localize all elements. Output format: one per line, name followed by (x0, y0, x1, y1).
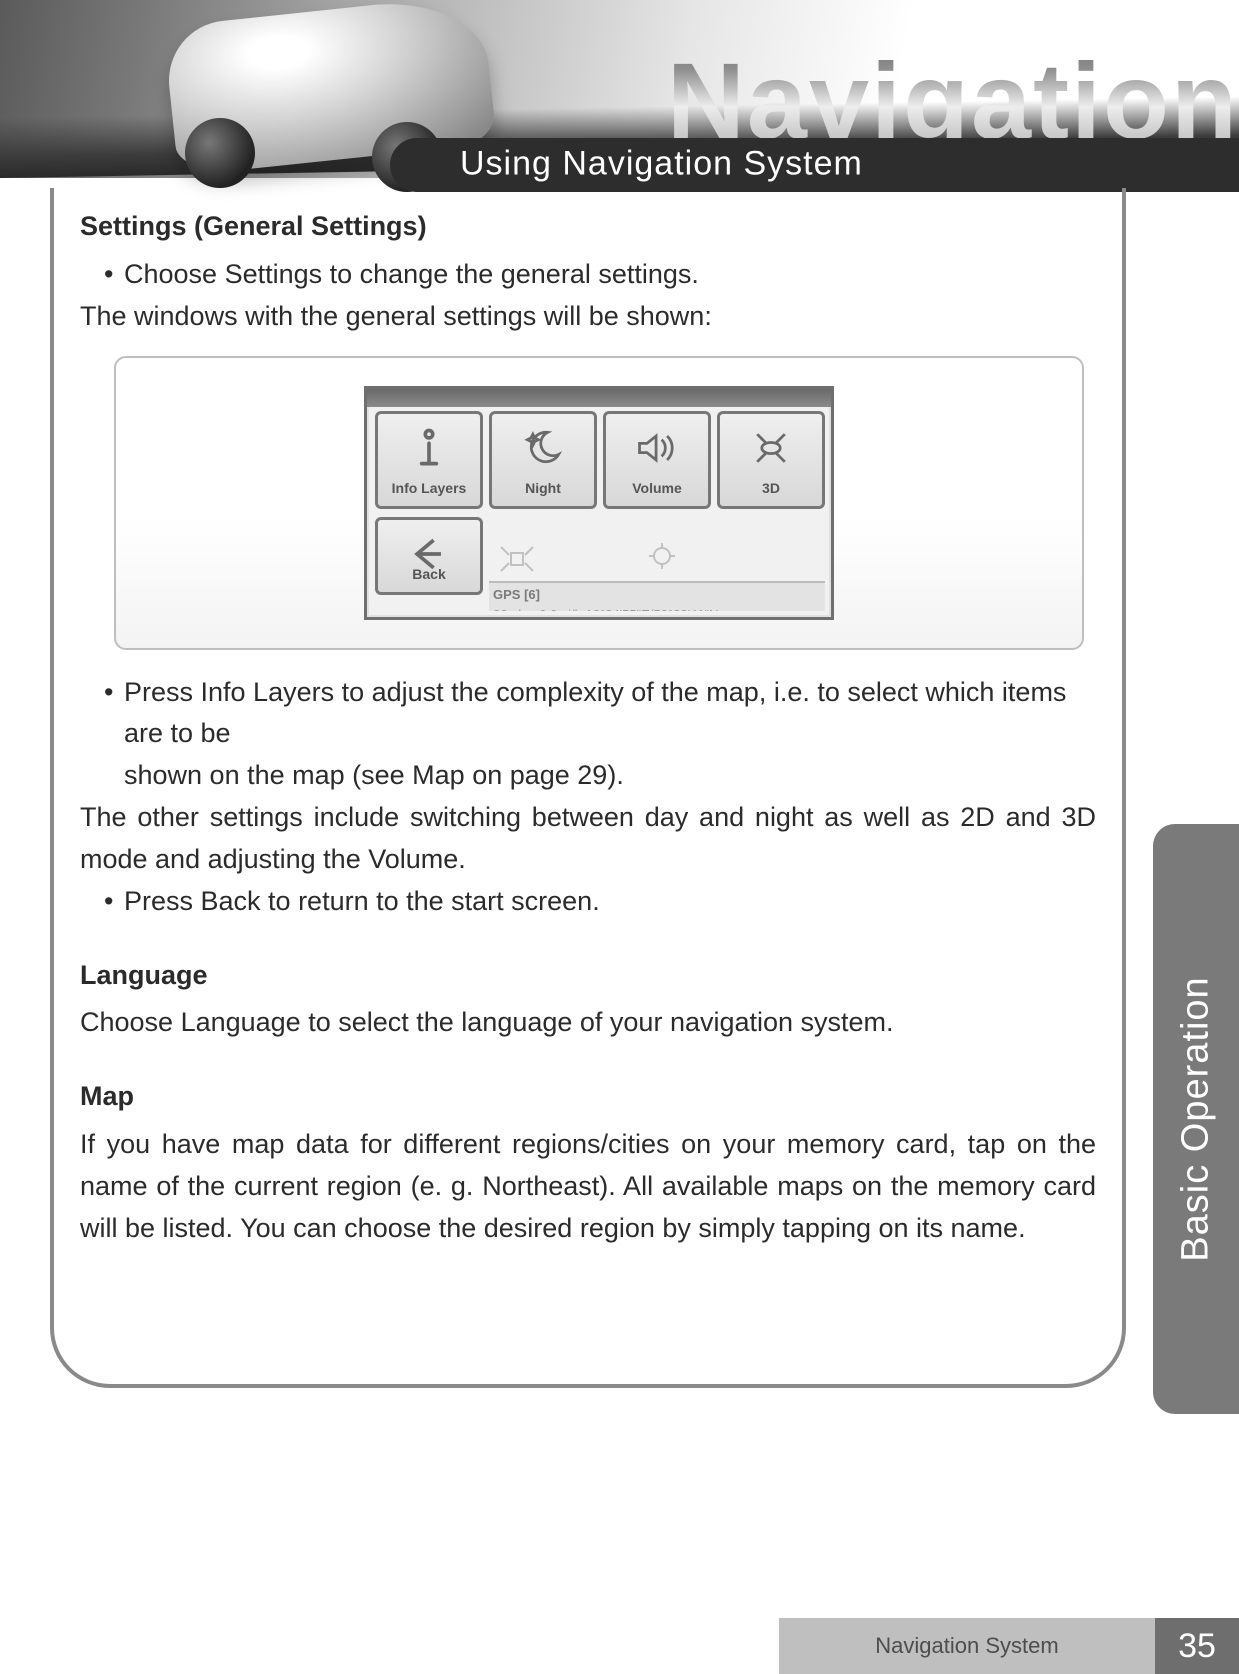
volume-icon (627, 424, 687, 472)
tile-back[interactable]: Back (375, 517, 483, 595)
night-icon (513, 424, 573, 472)
para-language: Choose Language to select the language o… (80, 1002, 1096, 1044)
gps-label: GPS [6] (493, 587, 540, 602)
footer-label: Navigation System (779, 1618, 1155, 1674)
bullet-info-layers: Press Info Layers to adjust the complexi… (80, 672, 1096, 756)
gps-status-text: 22yd ... 0.0mi/h 13°24'55"E/52°32'41"N (493, 607, 719, 611)
tile-night[interactable]: Night (489, 411, 597, 509)
para-other-settings: The other settings include switching bet… (80, 797, 1096, 881)
tile-info-layers[interactable]: Info Layers (375, 411, 483, 509)
content-inner: Settings (General Settings) Choose Setti… (80, 206, 1096, 1250)
tile-3d[interactable]: 3D (717, 411, 825, 509)
heading-language: Language (80, 955, 1096, 997)
satellite-icon (741, 424, 801, 472)
gap (80, 923, 1096, 955)
side-tab-label: Basic Operation (1175, 976, 1218, 1261)
footer: Navigation System 35 (779, 1618, 1239, 1674)
para-map: If you have map data for different regio… (80, 1124, 1096, 1250)
heading-map: Map (80, 1076, 1096, 1118)
heading-settings: Settings (General Settings) (80, 206, 1096, 248)
content-wrap: Settings (General Settings) Choose Setti… (50, 188, 1126, 1388)
settings-screenshot: Info Layers Night (364, 386, 834, 620)
settings-screenshot-figure: Info Layers Night (114, 356, 1084, 650)
header-ribbon: Using Navigation System (390, 138, 1239, 192)
gap (80, 1044, 1096, 1076)
content-panel: Settings (General Settings) Choose Setti… (50, 188, 1126, 1388)
bullet-info-layers-cont: shown on the map (see Map on page 29). (80, 755, 1096, 797)
page-root: Navigation Using Navigation System Setti… (0, 0, 1239, 1674)
screenshot-titlebar (367, 389, 831, 407)
gps-status-bar: GPS [6] 22yd ... 0.0mi/h 13°24'55"E/52°3… (489, 581, 825, 611)
footer-page-number: 35 (1155, 1618, 1239, 1674)
tile-label: Info Layers (392, 478, 467, 500)
bullet-press-back: Press Back to return to the start screen… (80, 881, 1096, 923)
side-tab: Basic Operation (1153, 824, 1239, 1414)
info-icon (399, 424, 459, 472)
para-windows-shown: The windows with the general settings wi… (80, 296, 1096, 338)
tile-label: 3D (762, 478, 780, 500)
gps-satellite-icon (497, 539, 537, 579)
tile-label: Volume (632, 478, 682, 500)
ribbon-title: Using Navigation System (460, 145, 863, 184)
screenshot-tile-row: Info Layers Night (375, 411, 825, 509)
tile-label: Night (525, 478, 561, 500)
crosshair-icon (647, 541, 677, 571)
back-arrow-icon (399, 530, 459, 578)
bullet-choose-settings: Choose Settings to change the general se… (80, 254, 1096, 296)
tile-volume[interactable]: Volume (603, 411, 711, 509)
car-wheel-front (185, 118, 255, 188)
